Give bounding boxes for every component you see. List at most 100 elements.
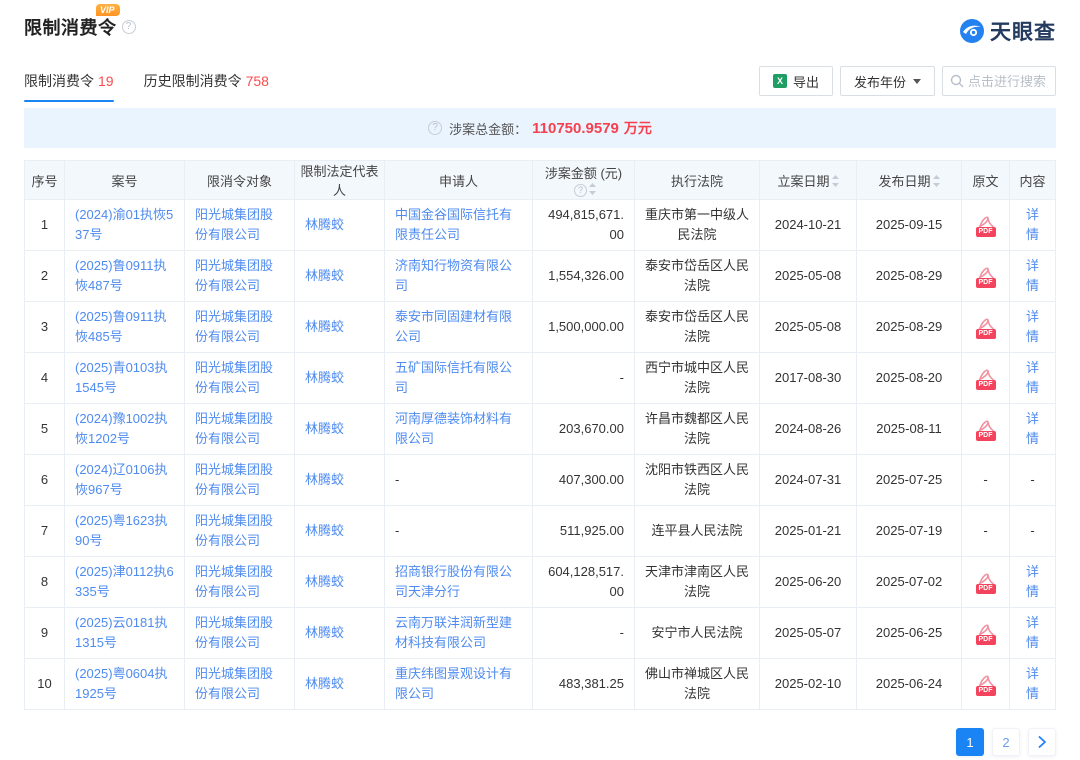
legal-rep-link[interactable]: 林腾蛟	[305, 268, 344, 283]
applicant-link[interactable]: 云南万联沣润新型建材科技有限公司	[395, 615, 512, 650]
cell-target: 阳光城集团股份有限公司	[185, 404, 295, 455]
case-number-link[interactable]: (2025)津0112执6335号	[75, 564, 174, 599]
target-company-link[interactable]: 阳光城集团股份有限公司	[195, 309, 273, 344]
chevron-down-icon	[913, 79, 921, 84]
amount-help-icon[interactable]: ?	[574, 184, 587, 197]
applicant-link[interactable]: 五矿国际信托有限公司	[395, 360, 512, 395]
legal-rep-link[interactable]: 林腾蛟	[305, 421, 344, 436]
case-number-link[interactable]: (2025)粤0604执1925号	[75, 666, 168, 701]
legal-rep-link[interactable]: 林腾蛟	[305, 370, 344, 385]
header-publish-date[interactable]: 发布日期	[857, 161, 962, 200]
cell-amount: 1,500,000.00	[533, 302, 635, 353]
case-number-link[interactable]: (2025)鲁0911执恢487号	[75, 258, 167, 293]
cell-index: 1	[25, 200, 65, 251]
applicant-link[interactable]: 中国金谷国际信托有限责任公司	[395, 207, 512, 242]
help-icon[interactable]: ?	[122, 20, 136, 34]
case-number-link[interactable]: (2024)辽0106执恢967号	[75, 462, 168, 497]
detail-link[interactable]: 详情	[1026, 411, 1039, 446]
pdf-icon[interactable]: PDF	[976, 571, 996, 594]
case-number-link[interactable]: (2025)青0103执1545号	[75, 360, 168, 395]
legal-rep-link[interactable]: 林腾蛟	[305, 319, 344, 334]
applicant-link[interactable]: 招商银行股份有限公司天津分行	[395, 564, 512, 599]
target-company-link[interactable]: 阳光城集团股份有限公司	[195, 411, 273, 446]
cell-legal-rep: 林腾蛟	[295, 608, 385, 659]
target-company-link[interactable]: 阳光城集团股份有限公司	[195, 360, 273, 395]
legal-rep-link[interactable]: 林腾蛟	[305, 523, 344, 538]
target-company-link[interactable]: 阳光城集团股份有限公司	[195, 666, 273, 701]
case-number-link[interactable]: (2024)豫1002执恢1202号	[75, 411, 168, 446]
tabs: 限制消费令19 历史限制消费令758	[24, 71, 269, 102]
pdf-icon-label: PDF	[976, 227, 996, 237]
legal-rep-link[interactable]: 林腾蛟	[305, 217, 344, 232]
cell-court: 安宁市人民法院	[635, 608, 760, 659]
applicant-link[interactable]: 重庆纬图景观设计有限公司	[395, 666, 512, 701]
cell-applicant: -	[385, 506, 533, 557]
export-button[interactable]: X 导出	[759, 66, 833, 96]
detail-link[interactable]: 详情	[1026, 207, 1039, 242]
pdf-icon[interactable]: PDF	[976, 214, 996, 237]
pdf-icon[interactable]: PDF	[976, 367, 996, 390]
pdf-icon[interactable]: PDF	[976, 265, 996, 288]
applicant-link[interactable]: 泰安市同固建材有限公司	[395, 309, 512, 344]
cell-target: 阳光城集团股份有限公司	[185, 557, 295, 608]
case-number-link[interactable]: (2025)鲁0911执恢485号	[75, 309, 167, 344]
cell-original-doc: PDF	[962, 608, 1010, 659]
case-number-link[interactable]: (2025)粤1623执90号	[75, 513, 168, 548]
detail-link[interactable]: 详情	[1026, 258, 1039, 293]
cell-publish-date: 2025-06-24	[857, 659, 962, 710]
cell-filing-date: 2025-05-07	[760, 608, 857, 659]
detail-link[interactable]: 详情	[1026, 360, 1039, 395]
legal-rep-link[interactable]: 林腾蛟	[305, 625, 344, 640]
brand-logo[interactable]: 天眼查	[959, 16, 1056, 46]
legal-rep-link[interactable]: 林腾蛟	[305, 472, 344, 487]
cell-content: 详情	[1010, 404, 1056, 455]
publish-year-filter[interactable]: 发布年份	[840, 66, 935, 96]
page-button-1[interactable]: 1	[956, 728, 984, 756]
applicant-link[interactable]: 济南知行物资有限公司	[395, 258, 512, 293]
header-applicant: 申请人	[385, 161, 533, 200]
target-company-link[interactable]: 阳光城集团股份有限公司	[195, 615, 273, 650]
header-filing-date[interactable]: 立案日期	[760, 161, 857, 200]
cell-publish-date: 2025-07-19	[857, 506, 962, 557]
vip-badge: VIP	[96, 4, 120, 16]
pdf-icon-label: PDF	[976, 431, 996, 441]
applicant-link[interactable]: 河南厚德装饰材料有限公司	[395, 411, 512, 446]
sort-icon[interactable]	[589, 183, 596, 198]
target-company-link[interactable]: 阳光城集团股份有限公司	[195, 513, 273, 548]
detail-link[interactable]: 详情	[1026, 666, 1039, 701]
case-number-link[interactable]: (2024)渝01执恢537号	[75, 207, 173, 242]
tab-current-orders[interactable]: 限制消费令19	[24, 71, 114, 102]
search-input[interactable]	[968, 74, 1048, 89]
sort-icon[interactable]	[832, 175, 839, 190]
banner-help-icon[interactable]: ?	[428, 121, 442, 135]
legal-rep-link[interactable]: 林腾蛟	[305, 676, 344, 691]
cell-index: 3	[25, 302, 65, 353]
cell-legal-rep: 林腾蛟	[295, 659, 385, 710]
header-amount[interactable]: 涉案金额 (元)?	[533, 161, 635, 200]
pdf-icon[interactable]: PDF	[976, 673, 996, 696]
pdf-icon[interactable]: PDF	[976, 418, 996, 441]
cell-applicant: 济南知行物资有限公司	[385, 251, 533, 302]
sort-icon[interactable]	[933, 175, 940, 190]
cell-original-doc: PDF	[962, 404, 1010, 455]
case-number-link[interactable]: (2025)云0181执1315号	[75, 615, 168, 650]
target-company-link[interactable]: 阳光城集团股份有限公司	[195, 258, 273, 293]
target-company-link[interactable]: 阳光城集团股份有限公司	[195, 564, 273, 599]
target-company-link[interactable]: 阳光城集团股份有限公司	[195, 207, 273, 242]
next-page-button[interactable]	[1028, 728, 1056, 756]
detail-link[interactable]: 详情	[1026, 615, 1039, 650]
page-button-2[interactable]: 2	[992, 728, 1020, 756]
tab-history-orders[interactable]: 历史限制消费令758	[144, 71, 269, 102]
detail-link[interactable]: 详情	[1026, 564, 1039, 599]
target-company-link[interactable]: 阳光城集团股份有限公司	[195, 462, 273, 497]
cell-legal-rep: 林腾蛟	[295, 404, 385, 455]
cell-filing-date: 2024-07-31	[760, 455, 857, 506]
search-box[interactable]	[942, 66, 1056, 96]
pdf-icon[interactable]: PDF	[976, 622, 996, 645]
detail-link[interactable]: 详情	[1026, 309, 1039, 344]
cell-original-doc: -	[962, 455, 1010, 506]
pdf-icon[interactable]: PDF	[976, 316, 996, 339]
legal-rep-link[interactable]: 林腾蛟	[305, 574, 344, 589]
cell-filing-date: 2025-06-20	[760, 557, 857, 608]
cell-legal-rep: 林腾蛟	[295, 251, 385, 302]
